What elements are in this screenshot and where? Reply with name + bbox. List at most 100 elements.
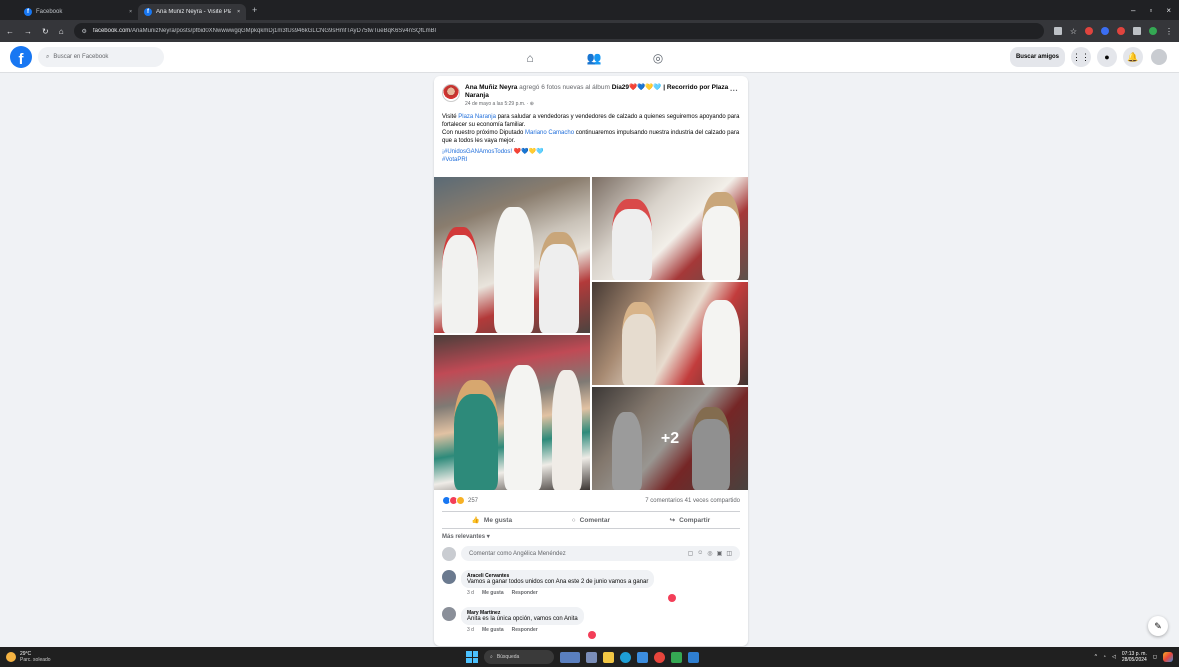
- photo-grid: +2: [434, 177, 748, 490]
- love-reaction-icon: [668, 594, 676, 602]
- post-date[interactable]: 24 de mayo a las 5:29 p.m. · ⊕: [465, 101, 740, 107]
- facebook-favicon-icon: f: [24, 8, 32, 16]
- close-tab-icon[interactable]: ×: [237, 9, 240, 15]
- app-icon[interactable]: [688, 651, 699, 663]
- person-figure: [702, 300, 740, 385]
- maximize-icon[interactable]: ▫: [1149, 6, 1152, 15]
- notification-bell-icon[interactable]: ◻: [1153, 654, 1157, 660]
- chevron-up-icon[interactable]: ^: [1095, 654, 1097, 660]
- taskbar-search-label: Búsqueda: [496, 654, 520, 660]
- messenger-icon[interactable]: ●: [1097, 47, 1117, 67]
- camera-icon[interactable]: ◎: [707, 550, 712, 557]
- like-button[interactable]: 👍 Me gusta: [472, 516, 512, 525]
- reaction-count: 257: [468, 497, 479, 504]
- groups-nav-icon[interactable]: ◎: [648, 48, 668, 68]
- extension-icon[interactable]: [1101, 27, 1109, 35]
- notifications-bell-icon[interactable]: 🔔: [1123, 47, 1143, 67]
- comments-shares-count[interactable]: 7 comentarios 41 veces compartido: [645, 498, 740, 504]
- comment-button[interactable]: ○ Comentar: [572, 517, 610, 524]
- site-info-icon[interactable]: ⚙: [82, 28, 87, 35]
- tab-post[interactable]: f Ana Muñiz Neyra - Visité Plaza ×: [138, 4, 246, 20]
- forward-icon[interactable]: →: [24, 27, 32, 36]
- url-input[interactable]: ⚙ facebook.com/AnaMunizNeyra/posts/pfbid…: [73, 23, 1044, 39]
- edge-icon[interactable]: [620, 651, 631, 663]
- back-icon[interactable]: ←: [6, 27, 14, 36]
- extension-icon[interactable]: [1085, 27, 1093, 35]
- reload-icon[interactable]: ↻: [42, 27, 49, 36]
- clock[interactable]: 07:13 p. m. 28/05/2024: [1122, 651, 1147, 663]
- close-window-icon[interactable]: ×: [1166, 6, 1171, 15]
- sort-comments-dropdown[interactable]: Más relevantes ▾: [442, 533, 490, 540]
- care-reaction-icon: [456, 496, 465, 505]
- taskbar-search[interactable]: ⌕ Búsqueda: [484, 650, 554, 664]
- weather-widget[interactable]: 29°C Parc. soleado: [6, 651, 51, 663]
- store-icon[interactable]: [637, 651, 648, 663]
- comment-age[interactable]: 3 d: [467, 627, 474, 633]
- plaza-naranja-link[interactable]: Plaza Naranja: [458, 114, 496, 120]
- person-figure: [494, 207, 534, 333]
- extension-icon[interactable]: [1117, 27, 1125, 35]
- more-photos-overlay[interactable]: +2: [592, 387, 748, 490]
- copilot-icon[interactable]: [1163, 652, 1173, 662]
- sticker-icon[interactable]: ▢: [688, 550, 694, 557]
- account-avatar[interactable]: [1149, 47, 1169, 67]
- friends-nav-icon[interactable]: 👥: [584, 48, 604, 68]
- widgets-icon[interactable]: [560, 651, 580, 663]
- emoji-icon[interactable]: ☺: [697, 550, 703, 557]
- new-message-icon[interactable]: ✎: [1148, 616, 1168, 636]
- comment-text: Vamos a ganar todos unidos con Ana este …: [467, 579, 649, 585]
- window-controls: – ▫ ×: [1131, 6, 1179, 15]
- commenter-avatar[interactable]: [442, 570, 456, 584]
- profile-icon[interactable]: [1149, 27, 1157, 35]
- menu-grid-icon[interactable]: ⋮⋮: [1071, 47, 1091, 67]
- cast-icon[interactable]: [1053, 27, 1062, 35]
- commenter-avatar[interactable]: [442, 607, 456, 621]
- home-icon[interactable]: ⌂: [59, 27, 64, 36]
- photo-4[interactable]: [434, 335, 590, 490]
- comment-reply-button[interactable]: Responder: [512, 590, 538, 596]
- mariano-camacho-link[interactable]: Mariano Camacho: [525, 130, 574, 136]
- search-icon: ⌕: [46, 53, 50, 60]
- home-nav-icon[interactable]: ⌂: [520, 48, 540, 68]
- hashtag-unidos[interactable]: ¡#UnidosGANAmosTodos! ❤️💙💛🩵: [442, 148, 740, 156]
- wifi-icon[interactable]: ◔: [1103, 654, 1106, 660]
- comment-reply-button[interactable]: Responder: [512, 627, 538, 633]
- volume-icon[interactable]: ◁: [1112, 654, 1116, 660]
- menu-icon[interactable]: ⋮: [1165, 27, 1173, 36]
- file-explorer-icon[interactable]: [603, 651, 614, 663]
- more-options-icon[interactable]: ···: [730, 86, 738, 95]
- photo-5[interactable]: +2: [592, 387, 748, 490]
- tab-facebook[interactable]: f Facebook ×: [18, 4, 138, 20]
- hashtag-votapri[interactable]: #VotaPRI: [442, 156, 740, 164]
- windows-start-icon[interactable]: [466, 651, 478, 663]
- task-view-icon[interactable]: [586, 651, 597, 663]
- author-avatar[interactable]: [442, 84, 460, 102]
- person-figure: [539, 232, 579, 333]
- facebook-logo-icon[interactable]: f: [10, 46, 32, 68]
- sticker-alt-icon[interactable]: ◫: [726, 550, 732, 557]
- app-icon[interactable]: [671, 651, 682, 663]
- reactions[interactable]: 257: [442, 496, 479, 505]
- comment-like-button[interactable]: Me gusta: [482, 590, 504, 596]
- find-friends-button[interactable]: Buscar amigos: [1009, 47, 1065, 67]
- search-input[interactable]: ⌕ Buscar en Facebook: [38, 47, 164, 67]
- bookmark-star-icon[interactable]: ☆: [1070, 27, 1077, 36]
- close-tab-icon[interactable]: ×: [129, 9, 132, 15]
- puzzle-icon[interactable]: [1133, 27, 1141, 35]
- photo-1[interactable]: [434, 177, 590, 333]
- comment-age[interactable]: 3 d: [467, 590, 474, 596]
- comment-input[interactable]: Comentar como Angélica Menéndez ▢ ☺ ◎ ▣ …: [461, 546, 740, 561]
- photo-2[interactable]: [592, 177, 748, 280]
- author-name[interactable]: Ana Muñiz Neyra: [465, 84, 517, 91]
- comment-like-button[interactable]: Me gusta: [482, 627, 504, 633]
- chrome-icon[interactable]: [654, 651, 665, 663]
- share-button[interactable]: ↪ Compartir: [670, 516, 711, 525]
- clock-date: 28/05/2024: [1121, 657, 1147, 663]
- photo-3[interactable]: [592, 282, 748, 385]
- sun-cloud-icon: [6, 652, 16, 662]
- new-tab-icon[interactable]: +: [252, 5, 257, 15]
- comment-item: Mary Martínez Anita es la única opción, …: [442, 607, 584, 633]
- minimize-icon[interactable]: –: [1131, 6, 1135, 15]
- url-host: facebook.com: [92, 28, 131, 34]
- gif-icon[interactable]: ▣: [717, 550, 723, 557]
